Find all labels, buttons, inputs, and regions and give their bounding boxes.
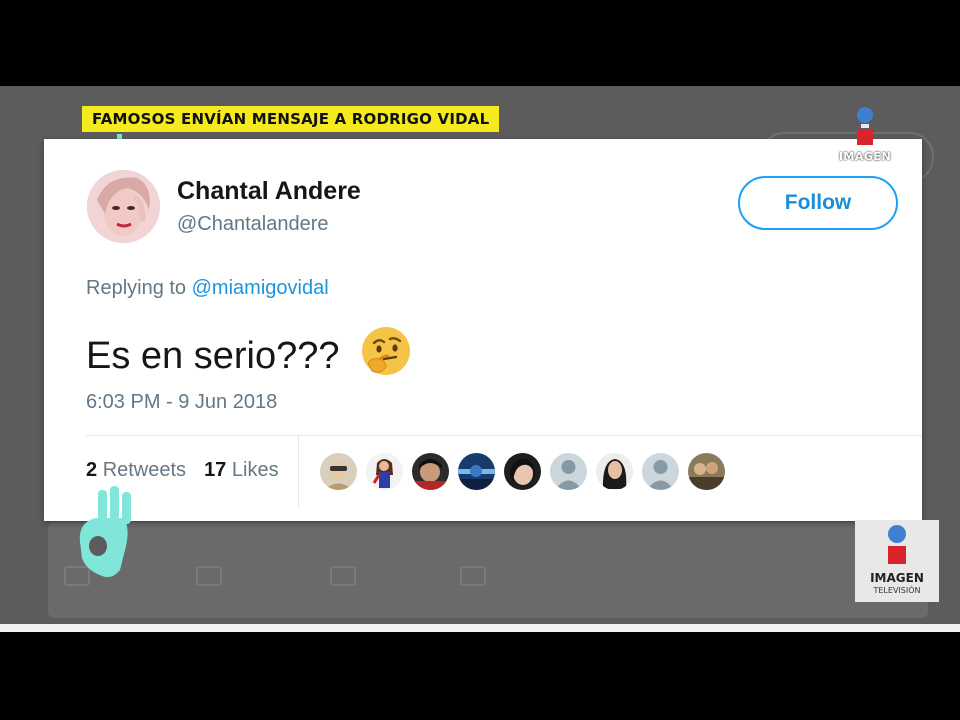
tweet-stats: 2 Retweets 17 Likes <box>86 459 279 482</box>
replying-to-prefix: Replying to <box>86 277 187 299</box>
author-avatar[interactable] <box>87 170 160 243</box>
liker-avatar[interactable] <box>320 453 357 490</box>
liker-avatar[interactable] <box>412 453 449 490</box>
retweets-label: Retweets <box>102 459 187 481</box>
liker-avatar[interactable] <box>458 453 495 490</box>
retweets-count: 2 <box>86 459 98 481</box>
retweets-stat[interactable]: 2 Retweets <box>86 459 186 481</box>
imagen-watermark-top: IMAGEN <box>834 106 896 166</box>
ghost-like-icon <box>330 566 356 586</box>
liker-avatars <box>320 453 734 490</box>
liker-avatar[interactable] <box>504 453 541 490</box>
logo-brand-text: IMAGEN <box>870 571 924 585</box>
likes-count: 17 <box>204 459 227 481</box>
ghost-retweet-icon <box>196 566 222 586</box>
author-handle[interactable]: @Chantalandere <box>177 213 329 236</box>
ok-hand-icon <box>72 484 138 584</box>
background-tweet-ghost <box>48 522 928 618</box>
stats-divider-vertical <box>298 435 299 507</box>
imagen-television-logo: IMAGEN TELEVISIÓN <box>855 520 939 602</box>
frame-bottom-line <box>0 624 960 632</box>
ghost-message-icon <box>460 566 486 586</box>
replying-to-mention[interactable]: @miamigovidal <box>192 277 329 299</box>
likes-label: Likes <box>231 459 279 481</box>
logo-sub-text: TELEVISIÓN <box>873 586 921 595</box>
tweet-card: Chantal Andere @Chantalandere Follow Rep… <box>44 139 922 521</box>
replying-to-line: Replying to @miamigovidal <box>86 277 329 300</box>
likes-stat[interactable]: 17 Likes <box>204 459 279 481</box>
liker-avatar[interactable] <box>688 453 725 490</box>
letterbox-bottom <box>0 632 960 720</box>
watermark-top-text: IMAGEN <box>838 150 892 163</box>
liker-avatar[interactable] <box>366 453 403 490</box>
liker-avatar[interactable] <box>596 453 633 490</box>
letterbox-top <box>0 0 960 86</box>
stats-divider-top <box>86 435 922 436</box>
tweet-timestamp[interactable]: 6:03 PM - 9 Jun 2018 <box>86 391 277 414</box>
news-headline-banner: FAMOSOS ENVÍAN MENSAJE A RODRIGO VIDAL <box>82 106 500 132</box>
headline-text: FAMOSOS ENVÍAN MENSAJE A RODRIGO VIDAL <box>92 110 490 128</box>
follow-button[interactable]: Follow <box>738 176 898 230</box>
thinking-face-icon <box>360 325 412 387</box>
tweet-text: Es en serio??? <box>86 334 340 377</box>
author-name[interactable]: Chantal Andere <box>177 177 361 206</box>
tweet-body: Es en serio??? <box>86 325 412 387</box>
liker-avatar[interactable] <box>550 453 587 490</box>
liker-avatar[interactable] <box>642 453 679 490</box>
